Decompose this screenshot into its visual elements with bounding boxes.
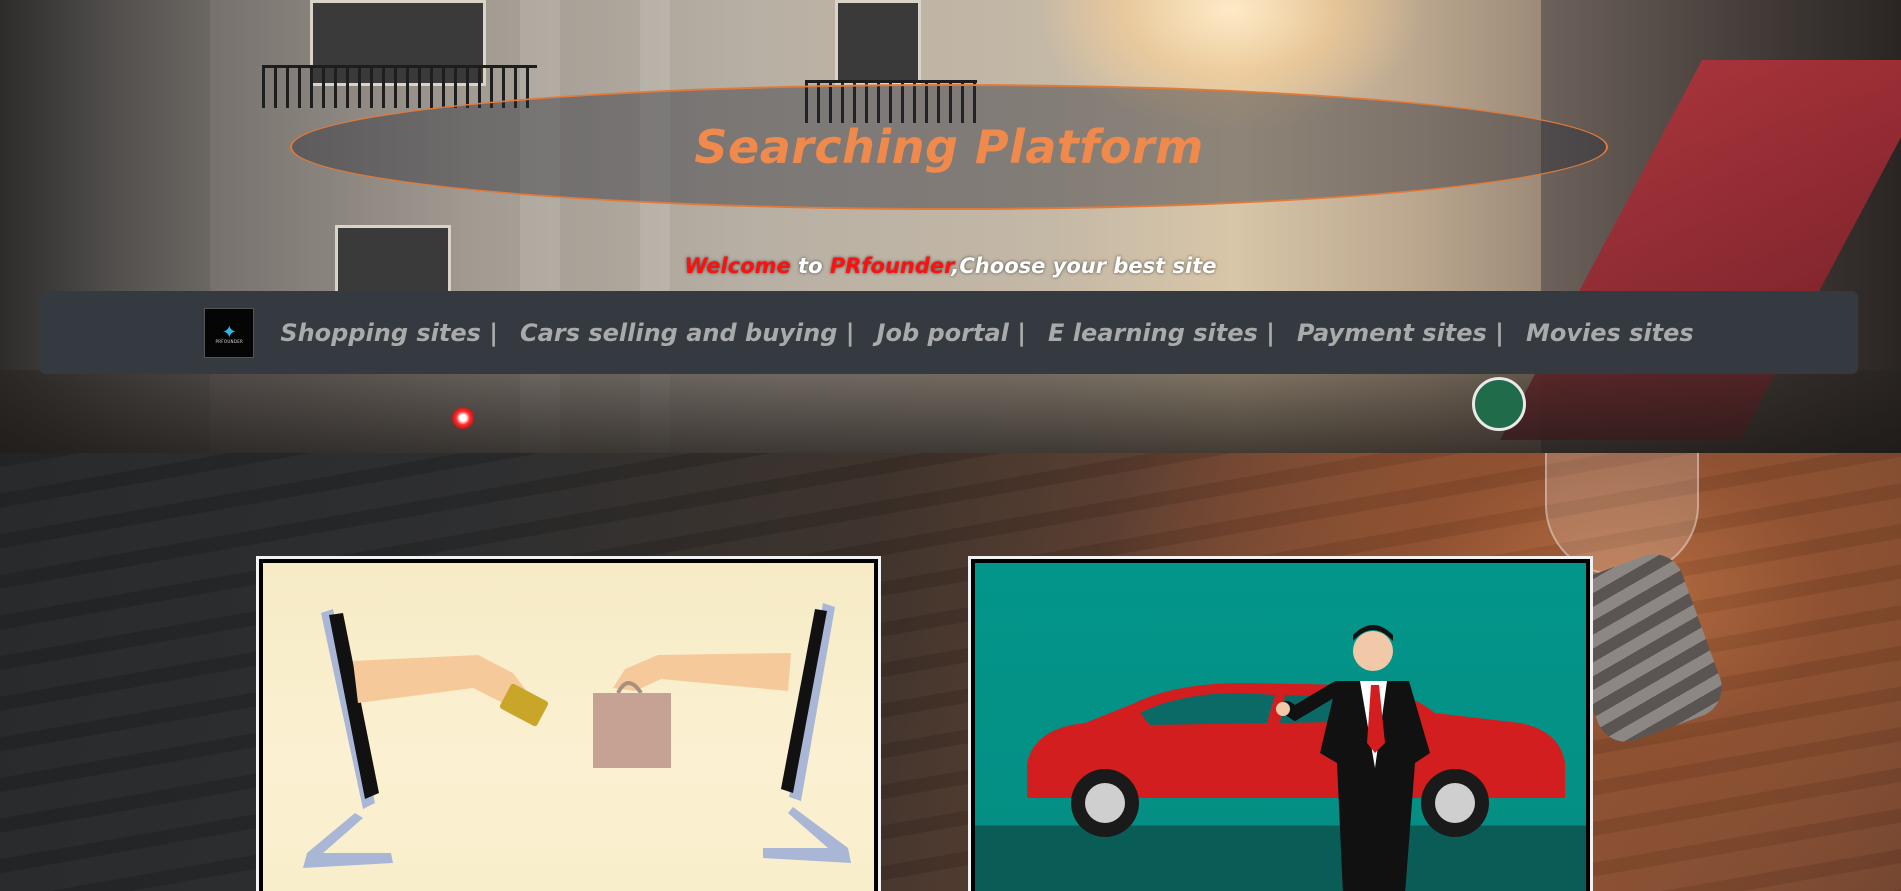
man-head	[1353, 631, 1393, 671]
left-hand	[353, 655, 528, 703]
car-rim-rear	[1435, 783, 1475, 823]
background-window	[835, 0, 921, 86]
nav-cars-selling-buying[interactable]: Cars selling and buying |	[520, 319, 855, 347]
online-shopping-illustration	[303, 603, 851, 868]
nav-job-portal[interactable]: Job portal |	[877, 319, 1026, 347]
cafe-sign	[1472, 377, 1526, 431]
welcome-message: Welcome to PRfounder,Choose your best si…	[0, 254, 1901, 278]
main-navbar: ✦ PRFOUNDER Shopping sites | Cars sellin…	[40, 291, 1858, 374]
background-street	[0, 370, 1901, 453]
shopping-illustration	[263, 563, 874, 891]
page-title: Searching Platform	[694, 120, 1204, 174]
welcome-word: Welcome	[684, 254, 791, 278]
shopping-bag	[593, 693, 671, 768]
left-monitor-screen	[329, 613, 379, 799]
welcome-rest: ,Choose your best site	[951, 254, 1217, 278]
title-ellipse: Searching Platform	[290, 84, 1608, 210]
man-hand	[1276, 702, 1290, 716]
brand-name: PRfounder	[829, 254, 952, 278]
left-monitor-stand	[303, 813, 393, 868]
car-illustration	[975, 563, 1586, 891]
nav-shopping-sites[interactable]: Shopping sites |	[280, 319, 498, 347]
shopping-card[interactable]	[256, 556, 881, 891]
nav-e-learning-sites[interactable]: E learning sites |	[1048, 319, 1275, 347]
right-hand	[613, 653, 791, 691]
car-seller-illustration	[1027, 625, 1565, 891]
traffic-light	[452, 407, 474, 429]
nav-movies-sites[interactable]: Movies sites	[1526, 319, 1694, 347]
nav-payment-sites[interactable]: Payment sites |	[1297, 319, 1504, 347]
hero-banner: Searching Platform Welcome to PRfounder,…	[0, 0, 1901, 453]
right-monitor-stand	[763, 807, 851, 863]
car-rim-front	[1085, 783, 1125, 823]
cars-card[interactable]	[968, 556, 1593, 891]
brand-logo[interactable]: ✦ PRFOUNDER	[204, 307, 255, 358]
logo-text: PRFOUNDER	[215, 338, 244, 344]
welcome-to: to	[790, 254, 830, 278]
